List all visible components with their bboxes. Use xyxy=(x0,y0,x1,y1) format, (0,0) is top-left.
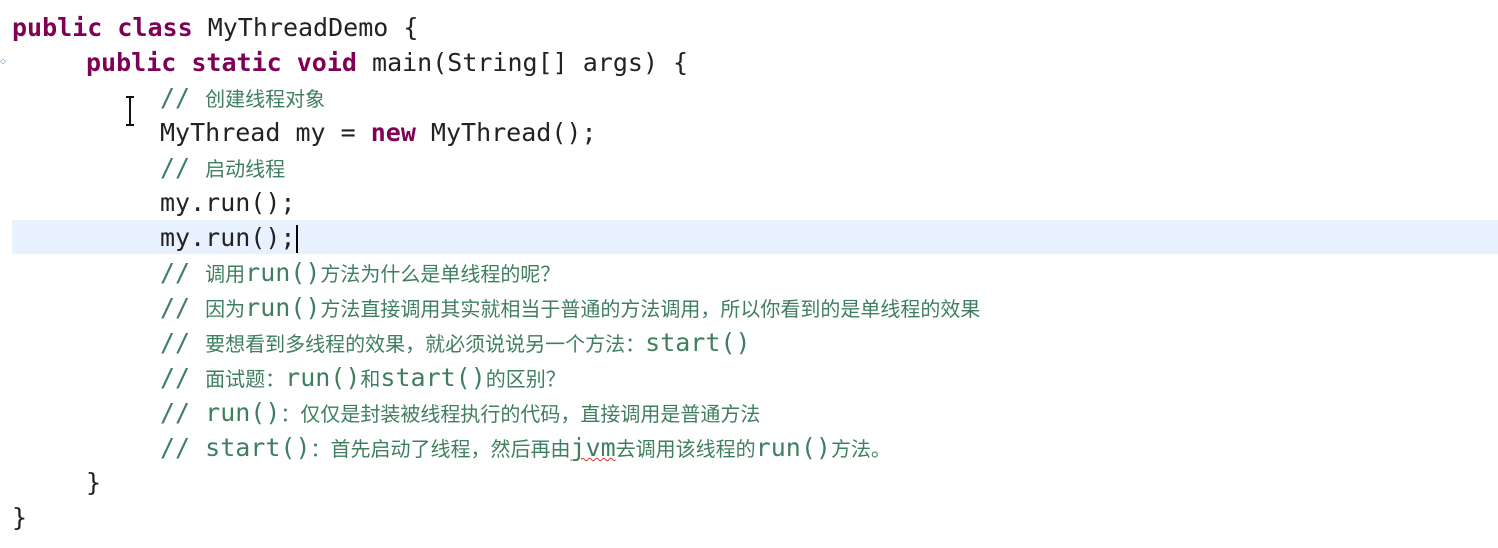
code-line-4[interactable]: MyThread my = new MyThread(); xyxy=(160,115,597,150)
code-text: main(String[] args) { xyxy=(356,48,689,77)
comment-text: ：首先启动了线程，然后再由 xyxy=(310,437,571,461)
comment-text: 面试题： xyxy=(205,367,286,391)
comment-slashes: // xyxy=(160,153,206,182)
code-line-10[interactable]: // 要想看到多线程的效果，就必须说说另一个方法：start() xyxy=(160,325,751,360)
code-line-13[interactable]: // start()：首先启动了线程，然后再由jvm去调用该线程的run()方法… xyxy=(160,430,891,465)
comment-text: 的区别？ xyxy=(485,367,566,391)
code-line-8[interactable]: // 调用run()方法为什么是单线程的呢？ xyxy=(160,255,560,290)
keyword: new xyxy=(370,118,416,147)
spelling-error-word[interactable]: jvm xyxy=(571,433,616,462)
comment-slashes: // xyxy=(160,258,206,287)
comment-code: run() xyxy=(245,258,321,287)
code-text: my.run(); xyxy=(160,223,296,252)
comment-slashes: // xyxy=(160,363,206,392)
code-text: } xyxy=(86,468,102,497)
comment-text: 方法。 xyxy=(830,437,891,461)
comment-text: 创建线程对象 xyxy=(205,87,326,111)
code-line-5[interactable]: // 启动线程 xyxy=(160,150,285,185)
comment-text: 要想看到多线程的效果，就必须说说另一个方法： xyxy=(205,332,646,356)
comment-text: 因为 xyxy=(205,297,246,321)
comment-text: 方法直接调用其实就相当于普通的方法调用，所以你看到的是单线程的效果 xyxy=(320,297,981,321)
comment-code: run() xyxy=(245,293,321,322)
text-caret xyxy=(296,225,299,253)
comment-code: run() xyxy=(285,363,361,392)
comment-code: run() xyxy=(755,433,831,462)
comment-text: 方法为什么是单线程的呢？ xyxy=(320,262,561,286)
keyword: static xyxy=(191,48,282,77)
code-text: my.run(); xyxy=(160,188,296,217)
comment-code: start() xyxy=(205,433,311,462)
code-line-12[interactable]: // run()：仅仅是封装被线程执行的代码，直接调用是普通方法 xyxy=(160,395,760,430)
code-line-11[interactable]: // 面试题：run()和start()的区别？ xyxy=(160,360,566,395)
comment-text: ：仅仅是封装被线程执行的代码，直接调用是普通方法 xyxy=(280,402,761,426)
comment-slashes: // xyxy=(160,398,206,427)
code-line-3[interactable]: // 创建线程对象 xyxy=(160,80,325,115)
comment-text: 去调用该线程的 xyxy=(615,437,756,461)
ibeam-cursor-icon xyxy=(126,96,134,126)
comment-slashes: // xyxy=(160,328,206,357)
code-text: MyThreadDemo { xyxy=(192,13,419,42)
code-line-9[interactable]: // 因为run()方法直接调用其实就相当于普通的方法调用，所以你看到的是单线程… xyxy=(160,290,980,325)
comment-text: 调用 xyxy=(205,262,246,286)
keyword: class xyxy=(117,13,193,42)
keyword: void xyxy=(296,48,357,77)
comment-text: 启动线程 xyxy=(205,157,286,181)
comment-slashes: // xyxy=(160,293,206,322)
code-line-2[interactable]: public static void main(String[] args) { xyxy=(86,45,688,80)
comment-slashes: // xyxy=(160,433,206,462)
code-line-1[interactable]: public class MyThreadDemo { xyxy=(12,10,418,45)
comment-code: run() xyxy=(205,398,281,427)
code-line-7[interactable]: my.run(); xyxy=(160,220,299,255)
comment-slashes: // xyxy=(160,83,206,112)
comment-code: start() xyxy=(380,363,486,392)
code-line-15[interactable]: } xyxy=(12,500,27,535)
code-text: MyThread my = xyxy=(160,118,371,147)
keyword: public xyxy=(86,48,177,77)
comment-code: start() xyxy=(645,328,751,357)
code-text: MyThread(); xyxy=(415,118,597,147)
code-editor[interactable]: ◇ public class MyThreadDemo { public sta… xyxy=(0,0,1498,548)
code-line-6[interactable]: my.run(); xyxy=(160,185,295,220)
comment-text: 和 xyxy=(360,367,381,391)
keyword: public xyxy=(12,13,103,42)
code-text: } xyxy=(12,503,28,532)
code-line-14[interactable]: } xyxy=(86,465,101,500)
gutter-marker-icon: ◇ xyxy=(0,56,7,67)
